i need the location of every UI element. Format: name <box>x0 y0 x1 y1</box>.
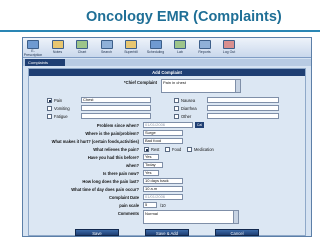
toolbar-label: E- Prescription <box>23 49 43 57</box>
complaint-date-label: Complaint Date <box>108 195 139 200</box>
prescription-icon <box>27 40 39 49</box>
calendar-button[interactable]: Cal <box>195 122 204 128</box>
when-select[interactable]: Today <box>143 162 163 168</box>
pain-checkbox[interactable] <box>47 98 52 103</box>
diarrhea-checkbox[interactable] <box>174 106 179 111</box>
toolbar-label: Log Out <box>222 50 236 54</box>
comments-value: Normal <box>145 211 158 216</box>
toolbar-lab-button[interactable]: Lab <box>172 38 188 58</box>
diarrhea-detail-input[interactable] <box>207 105 279 111</box>
medication-checkbox[interactable] <box>187 147 192 152</box>
save-add-button[interactable]: Save & Add <box>145 229 189 236</box>
problem-since-label: Problem since when? <box>96 123 139 128</box>
rest-label: Rest <box>151 147 160 152</box>
location-input[interactable]: Surge <box>143 130 183 136</box>
fatigue-detail-input[interactable] <box>81 113 151 119</box>
pain-now-select[interactable]: Yes <box>143 170 159 176</box>
scrollbar[interactable] <box>233 211 238 223</box>
had-before-select[interactable]: Yes <box>143 154 159 160</box>
relieves-label: What relieves the pain? <box>93 147 139 152</box>
vomiting-label: Vomiting <box>54 106 70 111</box>
pain-detail-input[interactable]: Chest <box>81 97 151 103</box>
notes-icon <box>51 40 64 49</box>
time-of-day-input[interactable]: 10 a.m <box>143 186 183 192</box>
search-icon <box>100 40 113 49</box>
tab-strip: Complaints <box>23 59 311 66</box>
pain-scale-max: /10 <box>160 203 166 208</box>
main-toolbar: E- Prescription Notes Chart Search Superb… <box>23 38 311 58</box>
how-long-input[interactable]: 10 days back <box>143 178 183 184</box>
chief-complaint-field[interactable]: Pain in chest <box>161 79 241 93</box>
had-before-label: Have you had this before? <box>87 155 139 160</box>
worse-input[interactable]: Bad food <box>143 138 183 144</box>
toolbar-notes-button[interactable]: Notes <box>50 38 66 58</box>
time-of-day-label: What time of day does pain occur? <box>71 187 139 192</box>
cancel-button[interactable]: Cancel <box>215 229 259 236</box>
pain-scale-select[interactable]: 5 <box>143 202 157 208</box>
other-label: Other <box>181 114 192 119</box>
toolbar-eprescription-button[interactable]: E- Prescription <box>23 38 43 58</box>
reports-icon <box>198 40 211 49</box>
fatigue-checkbox[interactable] <box>47 114 52 119</box>
toolbar-label: Superbill <box>124 50 138 54</box>
tab-complaints[interactable]: Complaints <box>25 59 65 66</box>
emr-window: E- Prescription Notes Chart Search Superb… <box>22 37 312 237</box>
toolbar-label: Chart <box>77 50 87 54</box>
pain-label: Pain <box>54 98 63 103</box>
comments-field[interactable]: Normal <box>143 210 239 224</box>
diarrhea-label: Diarrhea <box>181 106 197 111</box>
toolbar-label: Notes <box>52 50 63 54</box>
medication-label: Medication <box>194 147 214 152</box>
vomiting-checkbox[interactable] <box>47 106 52 111</box>
scrollbar[interactable] <box>235 80 240 92</box>
lab-icon <box>174 40 186 49</box>
worse-label: What makes it hurt? (certain foods,activ… <box>51 139 139 144</box>
nausea-checkbox[interactable] <box>174 98 179 103</box>
how-long-label: How long does the pain last? <box>82 179 139 184</box>
toolbar-label: Reports <box>198 50 211 54</box>
nausea-label: Nausea <box>181 98 196 103</box>
chart-icon <box>76 40 88 49</box>
food-checkbox[interactable] <box>165 147 170 152</box>
location-label: Where is the pain/problem? <box>85 131 139 136</box>
toolbar-chart-button[interactable]: Chart <box>74 38 90 58</box>
food-label: Food <box>172 147 182 152</box>
superbill-icon <box>125 40 137 49</box>
vomiting-detail-input[interactable] <box>81 105 151 111</box>
problem-since-input[interactable]: 01/01/2006 <box>143 122 193 128</box>
toolbar-logout-button[interactable]: Log Out <box>221 38 237 58</box>
title-divider <box>0 30 320 32</box>
toolbar-search-button[interactable]: Search <box>99 38 115 58</box>
comments-label: Comments <box>117 211 139 216</box>
add-complaint-panel: Add Complaint *Chief Complaint Pain in c… <box>28 68 306 236</box>
toolbar-reports-button[interactable]: Reports <box>197 38 213 58</box>
toolbar-superbill-button[interactable]: Superbill <box>123 38 139 58</box>
toolbar-label: Lab <box>177 50 183 54</box>
nausea-detail-input[interactable] <box>207 97 279 103</box>
slide-title: Oncology EMR (Complaints) <box>86 9 282 25</box>
other-detail-input[interactable] <box>207 113 279 119</box>
calendar-icon <box>149 40 162 49</box>
toolbar-label: Scheduling <box>146 50 165 54</box>
other-checkbox[interactable] <box>174 114 179 119</box>
toolbar-label: Search <box>100 50 113 54</box>
chief-complaint-value: Pain in chest <box>163 80 186 85</box>
complaint-date-input[interactable]: 01/01/2006 <box>143 194 183 200</box>
rest-checkbox[interactable] <box>144 147 149 152</box>
when-label: when? <box>126 163 139 168</box>
pain-scale-label: pain scale <box>119 203 139 208</box>
chief-complaint-label: *Chief Complaint <box>124 80 157 85</box>
toolbar-scheduling-button[interactable]: Scheduling <box>146 38 165 58</box>
save-button[interactable]: Save <box>75 229 119 236</box>
form-buttons: Save Save & Add Cancel <box>29 229 305 236</box>
pain-now-label: Is there pain now? <box>103 171 139 176</box>
fatigue-label: Fatigue <box>54 114 68 119</box>
logout-icon <box>223 40 235 49</box>
panel-title: Add Complaint <box>29 69 305 76</box>
